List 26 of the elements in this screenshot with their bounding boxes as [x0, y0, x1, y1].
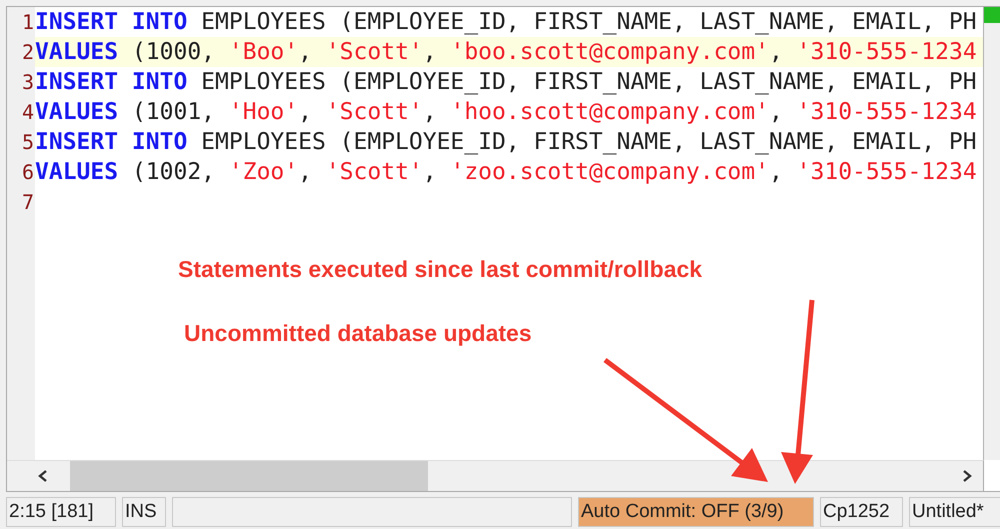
status-field: INS	[122, 497, 166, 527]
annotation-text: Uncommitted database updates	[184, 320, 532, 347]
code-line: INSERT INTO EMPLOYEES (EMPLOYEE_ID, FIRST_NAME, LAST_NAME, EMAIL, PH	[35, 8, 978, 37]
status-field: Cp1252	[820, 497, 903, 527]
line-number: 1	[7, 7, 35, 37]
code-line: VALUES (1001, 'Hoo', 'Scott', 'hoo.scott@company.com', '310-555-1234	[35, 98, 978, 127]
line-number: 6	[7, 157, 35, 187]
code-line: INSERT INTO EMPLOYEES (EMPLOYEE_ID, FIRST_NAME, LAST_NAME, EMAIL, PH	[35, 68, 978, 97]
vertical-scrollbar[interactable]	[983, 7, 1000, 460]
scrollbar-thumb[interactable]	[70, 461, 428, 491]
code-line: INSERT INTO EMPLOYEES (EMPLOYEE_ID, FIRST_NAME, LAST_NAME, EMAIL, PH	[35, 128, 978, 157]
status-field: 2:15 [181]	[6, 497, 116, 527]
line-number: 4	[7, 97, 35, 127]
annotation-text: Statements executed since last commit/rollback	[178, 256, 702, 283]
code-line: VALUES (1002, 'Zoo', 'Scott', 'zoo.scott@company.com', '310-555-1234	[35, 158, 978, 187]
status-marker	[984, 7, 1000, 23]
status-field: Untitled*	[909, 497, 1000, 527]
horizontal-scrollbar[interactable]	[7, 460, 984, 491]
line-number: 2	[7, 37, 35, 67]
scroll-right-icon[interactable]	[961, 469, 973, 483]
line-number: 7	[7, 187, 35, 217]
line-number: 5	[7, 127, 35, 157]
scroll-left-icon[interactable]	[37, 469, 49, 483]
status-field: Auto Commit: OFF (3/9)	[578, 497, 814, 527]
code-editor[interactable]	[6, 6, 1000, 492]
line-number: 3	[7, 67, 35, 97]
